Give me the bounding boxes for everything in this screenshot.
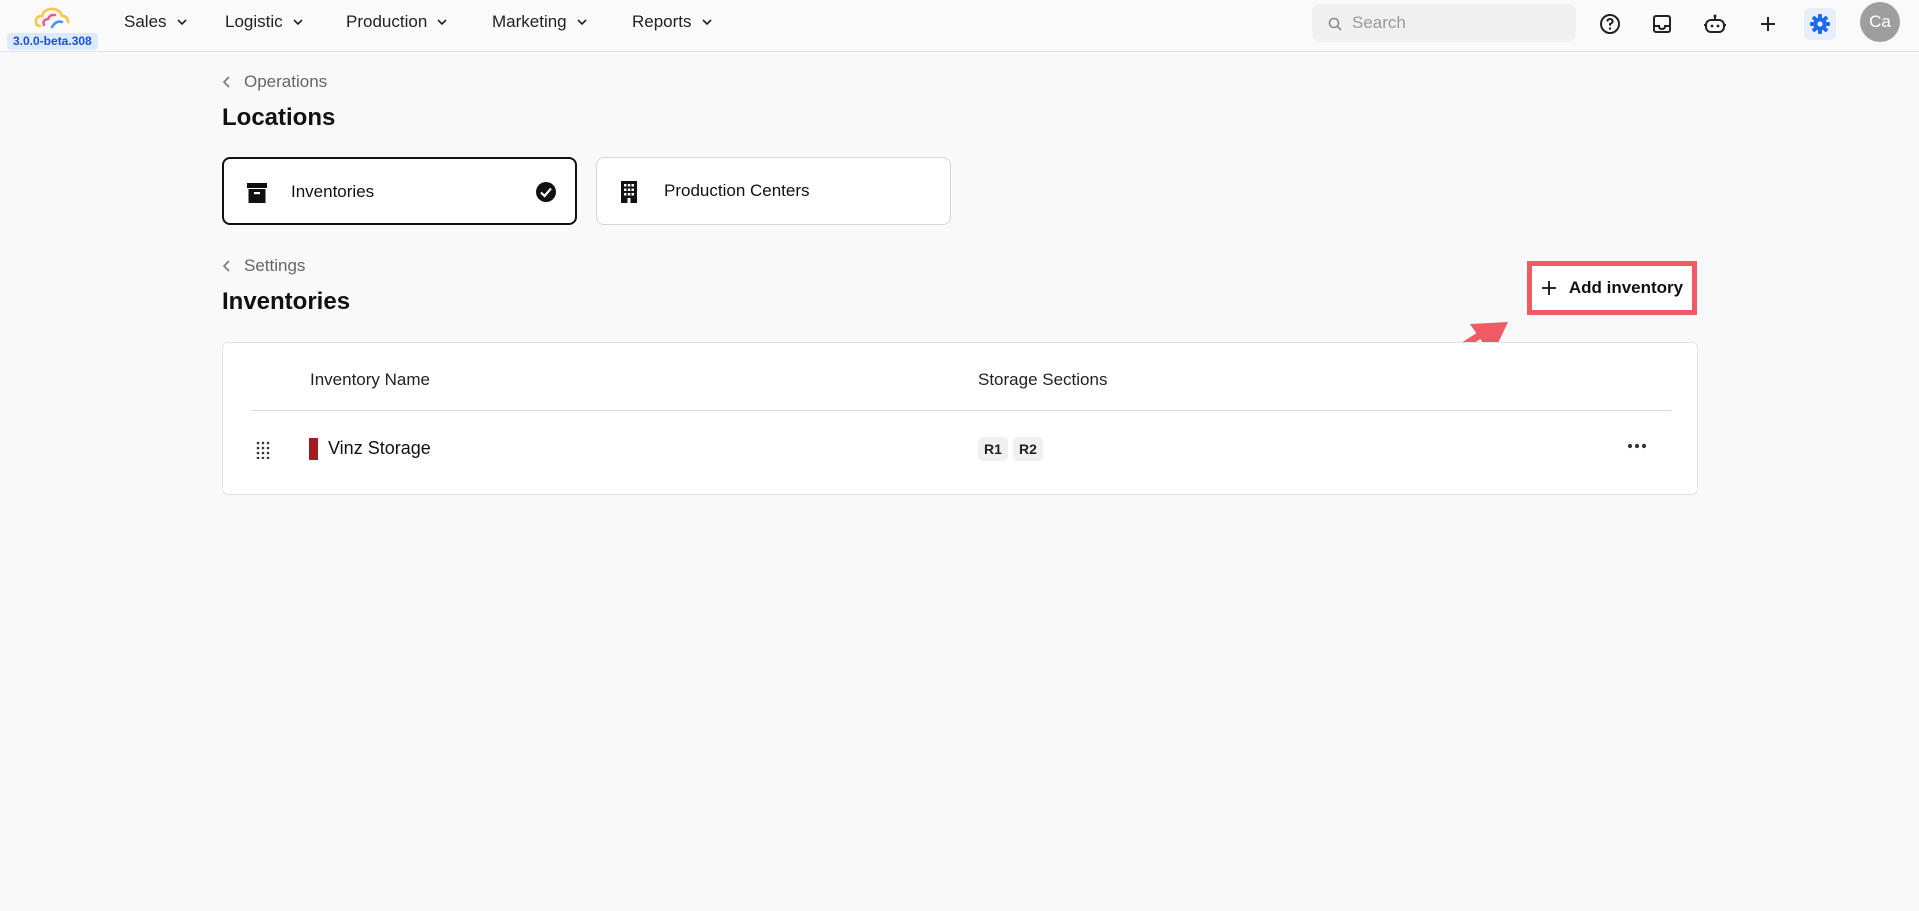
table-row[interactable]: Vinz Storage R1 R2 <box>223 411 1697 495</box>
card-inventories-label: Inventories <box>291 182 375 201</box>
chevron-down-icon <box>437 19 447 26</box>
column-header-storage-sections[interactable]: Storage Sections <box>978 370 1107 390</box>
inventories-table: Inventory Name Storage Sections Vinz Sto… <box>222 342 1698 495</box>
nav-sales-label: Sales <box>124 12 167 31</box>
breadcrumb-settings-label: Settings <box>244 256 306 275</box>
search-input[interactable] <box>1352 12 1562 34</box>
settings-button[interactable] <box>1804 8 1836 40</box>
plus-icon <box>1761 17 1775 31</box>
add-inventory-label: Add inventory <box>1568 278 1684 297</box>
robot-icon <box>1704 14 1726 33</box>
nav-logistic-label: Logistic <box>225 12 283 31</box>
cloud-logo-icon <box>34 7 70 29</box>
add-inventory-button[interactable]: Add inventory <box>1527 261 1697 315</box>
nav-marketing-label: Marketing <box>492 12 567 31</box>
card-production-centers[interactable]: Production Centers <box>596 157 951 225</box>
card-production-centers-label: Production Centers <box>664 181 810 200</box>
locations-title: Locations <box>222 104 336 131</box>
help-button[interactable] <box>1594 8 1626 40</box>
breadcrumb-settings[interactable]: Settings <box>222 256 305 276</box>
nav-marketing[interactable]: Marketing <box>492 10 588 34</box>
chevron-left-icon <box>222 76 230 88</box>
nav-production-label: Production <box>346 12 428 31</box>
chevron-down-icon <box>176 19 187 26</box>
nav-reports-label: Reports <box>632 12 692 31</box>
assistant-button[interactable] <box>1699 8 1731 40</box>
archive-icon <box>247 183 267 203</box>
chevron-down-icon <box>293 19 303 26</box>
search-icon <box>1328 17 1342 31</box>
search-box[interactable] <box>1312 4 1576 42</box>
column-header-inventory-name[interactable]: Inventory Name <box>310 370 430 390</box>
help-circle-icon <box>1600 14 1620 34</box>
check-circle-icon <box>536 182 556 202</box>
chevron-down-icon <box>701 19 712 26</box>
drag-handle-icon[interactable] <box>256 441 270 459</box>
inbox-icon <box>1653 15 1671 33</box>
gear-icon <box>1810 14 1830 34</box>
nav-reports[interactable]: Reports <box>632 10 713 34</box>
app-logo[interactable]: 3.0.0-beta.308 <box>6 4 98 50</box>
plus-icon <box>1541 281 1556 295</box>
breadcrumb-operations[interactable]: Operations <box>222 72 327 92</box>
user-avatar[interactable]: Ca <box>1860 2 1900 42</box>
inventories-title: Inventories <box>222 288 351 315</box>
row-more-button[interactable] <box>1624 436 1650 456</box>
inbox-button[interactable] <box>1646 8 1678 40</box>
breadcrumb-operations-label: Operations <box>244 72 328 91</box>
storage-section-chip: R2 <box>1013 437 1043 461</box>
more-horizontal-icon <box>1627 443 1647 449</box>
card-inventories[interactable]: Inventories <box>222 157 577 225</box>
version-badge: 3.0.0-beta.308 <box>7 33 98 50</box>
nav-production[interactable]: Production <box>346 10 448 34</box>
chevron-left-icon <box>222 260 230 272</box>
building-icon <box>621 181 637 203</box>
top-bar: 3.0.0-beta.308 Sales Logistic Production… <box>0 0 1919 52</box>
nav-logistic[interactable]: Logistic <box>225 10 304 34</box>
inventory-color-swatch <box>309 438 318 460</box>
create-button[interactable] <box>1752 8 1784 40</box>
storage-section-chip: R1 <box>978 437 1008 461</box>
inventory-name[interactable]: Vinz Storage <box>328 438 431 459</box>
chevron-down-icon <box>577 19 587 26</box>
nav-sales[interactable]: Sales <box>124 10 188 34</box>
